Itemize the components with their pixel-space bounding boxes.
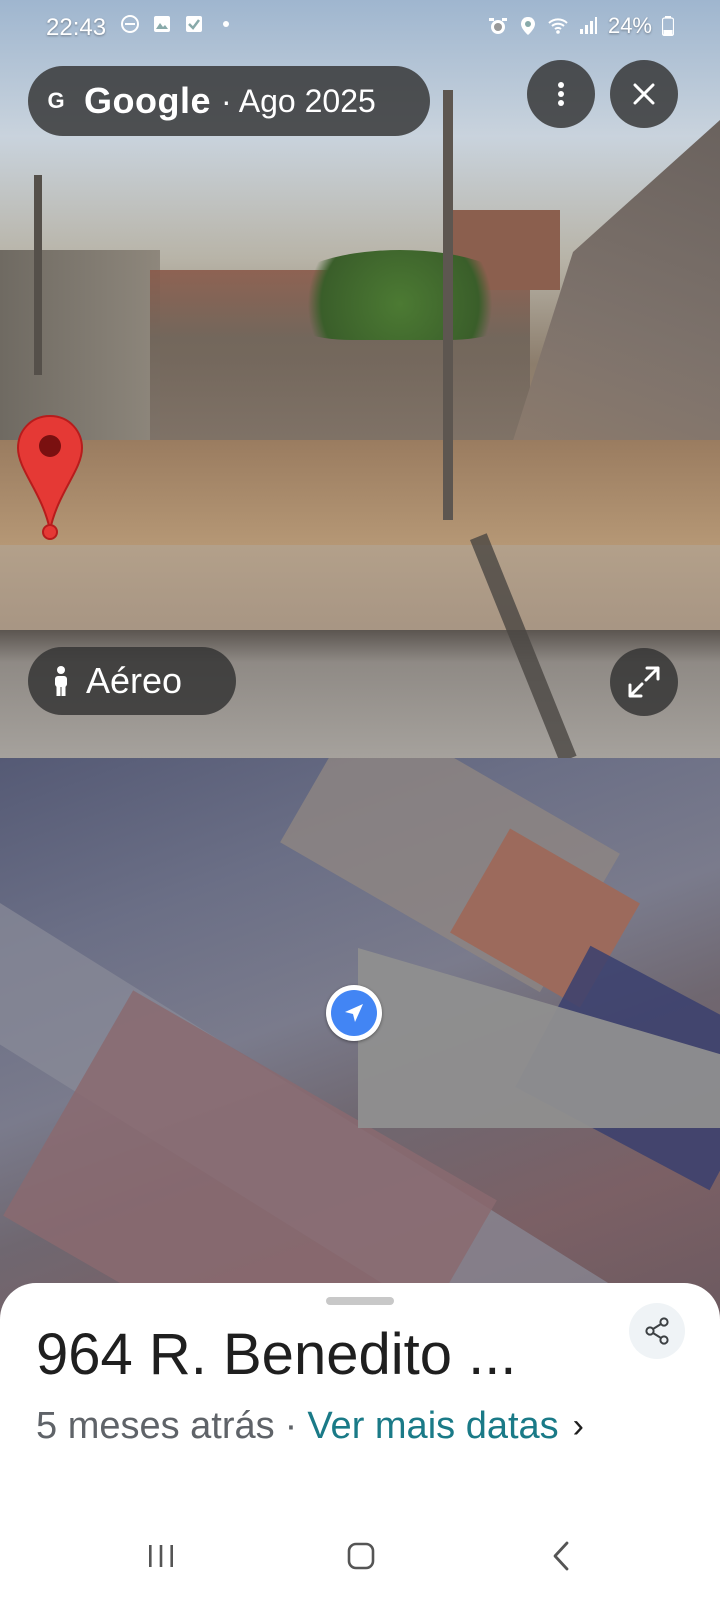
close-icon <box>633 83 655 105</box>
fullscreen-button[interactable] <box>610 648 678 716</box>
utility-pole <box>443 90 453 520</box>
recent-apps-icon <box>149 1545 173 1567</box>
expand-icon <box>628 666 660 698</box>
status-bar: 22:43 24% <box>0 0 720 54</box>
location-icon <box>520 17 535 35</box>
dirt-lot <box>0 440 720 560</box>
aerial-map[interactable] <box>0 758 720 1318</box>
current-position-marker[interactable] <box>326 985 382 1041</box>
battery-icon <box>662 16 674 36</box>
check-icon <box>186 16 202 32</box>
dot-icon <box>223 21 229 27</box>
status-icons-right: 24% <box>488 13 674 39</box>
battery-percent: 24% <box>607 13 652 38</box>
back-button[interactable] <box>536 1534 586 1578</box>
pegman-icon <box>55 666 67 696</box>
status-time: 22:43 <box>46 14 107 41</box>
status-icons-left <box>120 14 236 34</box>
more-options-button[interactable] <box>527 60 595 128</box>
more-dates-link[interactable]: Ver mais datas <box>307 1405 558 1448</box>
gallery-icon <box>154 16 170 32</box>
imagery-date-chip[interactable]: G Google · Ago 2025 <box>28 66 430 136</box>
imagery-info-line: 5 meses atrás · Ver mais datas › <box>36 1405 584 1448</box>
place-title: 964 R. Benedito ... <box>36 1322 517 1387</box>
more-vert-icon <box>558 82 564 106</box>
location-pin-icon[interactable] <box>14 412 86 542</box>
share-button[interactable] <box>629 1303 685 1359</box>
separator-dot: · <box>284 1405 298 1447</box>
sidewalk <box>0 545 720 635</box>
imagery-age: 5 meses atrás <box>36 1405 275 1447</box>
aerial-label: Aéreo <box>86 660 183 701</box>
brand-label: Google <box>84 80 211 121</box>
utility-pole-left <box>34 175 42 375</box>
chevron-right-icon[interactable]: › <box>573 1407 584 1446</box>
home-icon <box>347 1542 375 1570</box>
trees <box>280 250 520 340</box>
aerial-toggle-chip[interactable]: Aéreo <box>28 647 236 715</box>
wifi-icon <box>548 18 568 34</box>
alarm-icon <box>488 18 507 34</box>
close-button[interactable] <box>610 60 678 128</box>
recent-apps-button[interactable] <box>136 1534 186 1578</box>
share-icon <box>645 1317 669 1345</box>
signal-icon <box>579 17 597 34</box>
dnd-icon <box>121 15 139 33</box>
navigation-arrow-icon <box>345 1004 363 1022</box>
imagery-date: · Ago 2025 <box>221 82 376 119</box>
system-nav-bar <box>0 1510 720 1600</box>
home-button[interactable] <box>336 1534 386 1578</box>
drag-handle[interactable] <box>326 1297 394 1305</box>
google-g-icon: G <box>47 88 65 113</box>
back-icon <box>553 1541 569 1571</box>
